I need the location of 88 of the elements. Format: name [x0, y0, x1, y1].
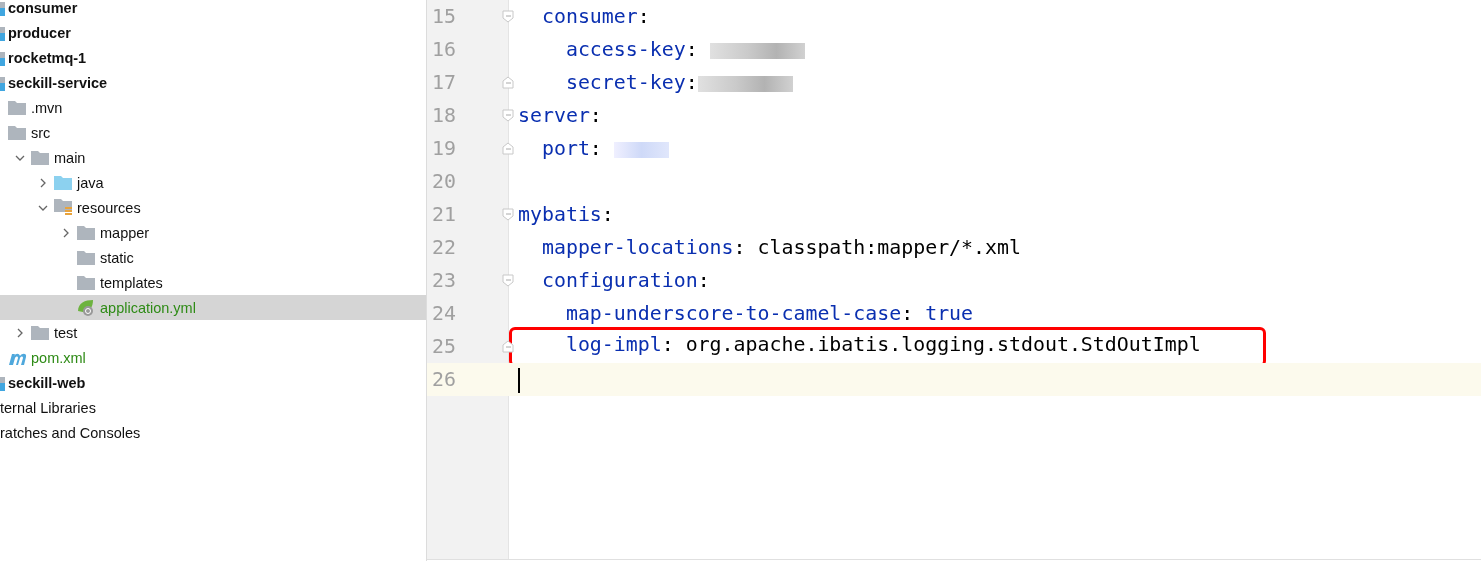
resources-folder-icon [54, 199, 72, 216]
yaml-key: mapper-locations [541, 236, 734, 259]
colon: : [733, 236, 747, 259]
fold-marker-icon[interactable] [502, 274, 515, 288]
line-number: 26 [431, 368, 456, 391]
item-label: src [31, 124, 51, 141]
colon: : [685, 71, 698, 94]
tree-item[interactable]: seckill-web [0, 370, 426, 395]
item-label: main [54, 149, 86, 166]
yaml-key: port [541, 137, 590, 160]
colon: : [685, 38, 699, 61]
line-number: 16 [431, 38, 456, 61]
colon: : [637, 5, 650, 28]
tree-item[interactable]: rocketmq-1 [0, 45, 426, 70]
tree-item[interactable]: producer [0, 20, 426, 45]
item-label: application.yml [100, 299, 196, 316]
item-label: .mvn [31, 99, 63, 116]
line-number: 17 [431, 71, 456, 94]
tree-item[interactable]: .mvn [0, 95, 426, 120]
tree-item[interactable]: main [0, 145, 426, 170]
item-label: producer [8, 24, 71, 41]
fold-marker-icon[interactable] [502, 76, 515, 90]
line-number: 22 [431, 236, 456, 259]
folder-icon [8, 100, 26, 115]
colon: : [661, 333, 675, 356]
yaml-key: configuration [541, 269, 698, 292]
line-number: 23 [431, 269, 456, 292]
text-cursor [518, 368, 520, 393]
fold-marker-icon[interactable] [502, 208, 515, 222]
item-label: static [100, 249, 134, 266]
item-label: resources [77, 199, 141, 216]
yaml-key: server [518, 104, 590, 127]
item-label: seckill-service [8, 74, 108, 91]
tree-item[interactable]: src [0, 120, 426, 145]
yaml-key: secret-key [565, 71, 686, 94]
yaml-value: classpath:mapper/*.xml [757, 236, 1021, 259]
folder-icon [31, 150, 49, 165]
yaml-key: map-underscore-to-camel-case [565, 302, 902, 325]
folder-icon [54, 175, 72, 190]
folder-icon [77, 275, 95, 290]
tree-item[interactable]: consumer [0, 0, 426, 20]
fold-marker-icon[interactable] [502, 340, 515, 354]
item-label: rocketmq-1 [8, 49, 87, 66]
yaml-boolean: true [925, 302, 974, 325]
item-label: java [77, 174, 104, 191]
colon: : [901, 302, 915, 325]
yaml-key: access-key [565, 38, 686, 61]
item-label: mapper [100, 224, 150, 241]
line-number: 15 [431, 5, 456, 28]
line-number: 21 [431, 203, 456, 226]
fold-marker-icon[interactable] [502, 142, 515, 156]
colon: : [697, 269, 710, 292]
tree-item[interactable]: templates [0, 270, 426, 295]
tree-item[interactable]: ratches and Consoles [0, 420, 426, 445]
item-label: ternal Libraries [0, 399, 96, 416]
fold-marker-icon[interactable] [502, 109, 515, 123]
yaml-key: consumer [541, 5, 638, 28]
tree-item[interactable]: java [0, 170, 426, 195]
folder-icon [77, 225, 95, 240]
tree-item[interactable]: seckill-service [0, 70, 426, 95]
item-label: test [54, 324, 78, 341]
folder-icon [77, 250, 95, 265]
line-number: 19 [431, 137, 456, 160]
item-label: ratches and Consoles [0, 424, 141, 441]
item-label: pom.xml [31, 349, 86, 366]
tree-item[interactable]: pom.xml [0, 345, 426, 370]
line-number: 20 [431, 170, 456, 193]
folder-icon [8, 125, 26, 140]
tree-item[interactable]: test [0, 320, 426, 345]
line-number: 18 [431, 104, 456, 127]
yaml-key: mybatis [518, 203, 602, 226]
item-label: templates [100, 274, 163, 291]
tree-item[interactable]: static [0, 245, 426, 270]
yaml-value: org.apache.ibatis.logging.stdout.StdOutImpl [685, 333, 1201, 356]
folder-icon [31, 325, 49, 340]
item-label: seckill-web [8, 374, 86, 391]
colon: : [601, 203, 614, 226]
colon: : [589, 137, 603, 160]
leaf-gear-icon [77, 299, 95, 316]
tree-item[interactable]: mapper [0, 220, 426, 245]
item-label: consumer [8, 0, 78, 16]
line-number: 24 [431, 302, 456, 325]
tree-item[interactable]: ternal Libraries [0, 395, 426, 420]
yaml-key: log-impl [565, 333, 662, 356]
fold-marker-icon[interactable] [502, 10, 515, 24]
colon: : [589, 104, 602, 127]
tree-item[interactable]: resources [0, 195, 426, 220]
line-number: 25 [431, 335, 456, 358]
